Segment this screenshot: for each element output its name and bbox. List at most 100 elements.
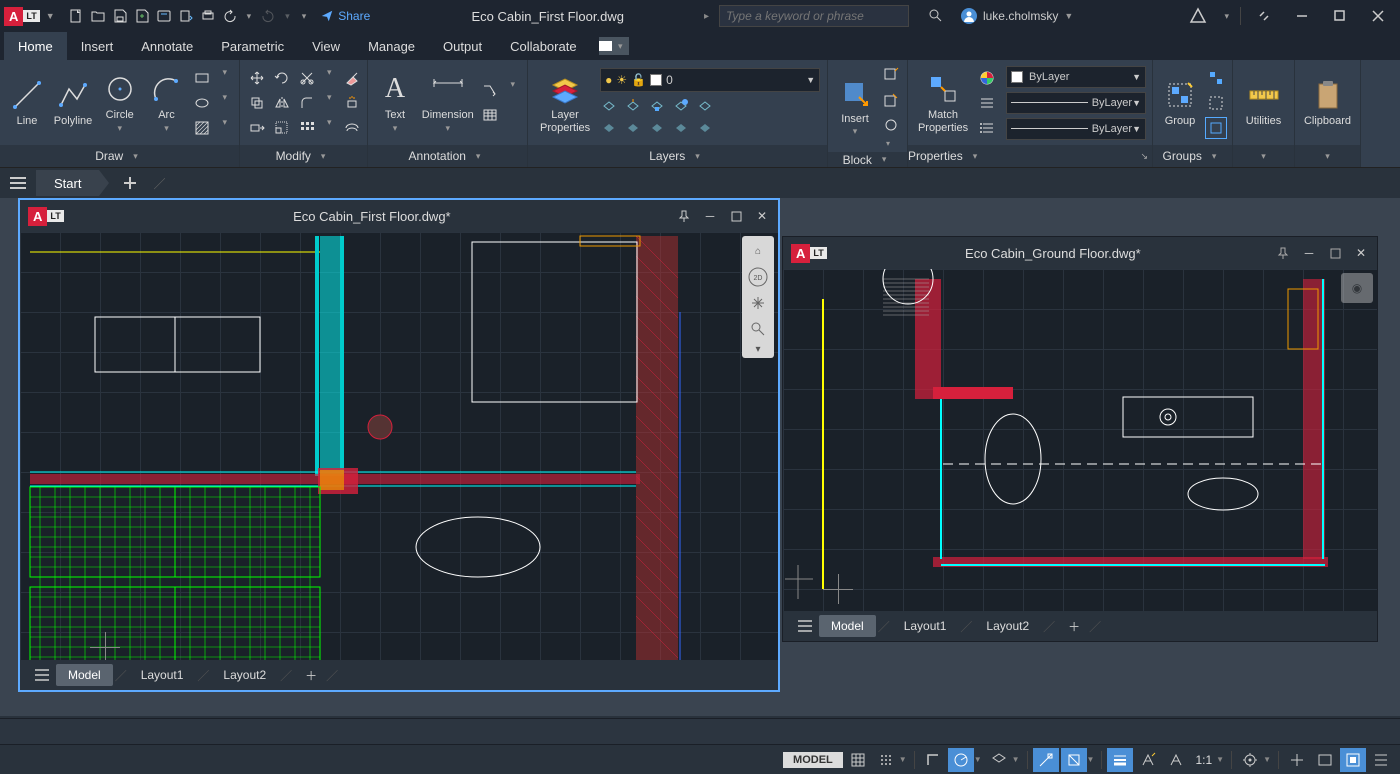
save-icon[interactable] xyxy=(110,6,130,26)
layer-match-icon[interactable] xyxy=(696,97,714,115)
fillet-icon[interactable] xyxy=(296,92,318,114)
line-button[interactable]: Line xyxy=(6,75,48,129)
layout-tab-layout1[interactable]: Layout1 xyxy=(129,664,196,686)
panel-properties-footer[interactable]: Properties ▾↘ xyxy=(908,145,1152,167)
filetab-new-icon[interactable] xyxy=(117,170,143,196)
copy-icon[interactable] xyxy=(246,92,268,114)
navbar-2[interactable]: ◉ xyxy=(1341,273,1373,303)
window1-canvas[interactable]: ⌂ 2D ▾ xyxy=(20,232,778,660)
isodraft-icon[interactable] xyxy=(986,748,1012,772)
tab-parametric[interactable]: Parametric xyxy=(207,32,298,60)
compass-icon[interactable]: 2D xyxy=(746,265,770,289)
search-input[interactable] xyxy=(719,5,909,27)
drawing-window-1[interactable]: ALT Eco Cabin_First Floor.dwg* ─ ✕ xyxy=(18,198,780,692)
drawing-window-2[interactable]: ALT Eco Cabin_Ground Floor.dwg* ─ ✕ xyxy=(782,236,1378,642)
panel-block-footer[interactable]: Block ▾ xyxy=(828,152,907,167)
window2-canvas[interactable]: ◉ xyxy=(783,269,1377,611)
arc-button[interactable]: Arc ▾ xyxy=(145,69,187,135)
scale-dropdown[interactable]: ▼ xyxy=(1216,755,1224,764)
undo-icon[interactable] xyxy=(220,6,240,26)
layer-thaw-icon[interactable] xyxy=(624,119,642,137)
circle-button[interactable]: Circle ▾ xyxy=(98,69,141,135)
osnap-icon[interactable] xyxy=(1061,748,1087,772)
table-icon[interactable] xyxy=(479,104,501,126)
window1-titlebar[interactable]: ALT Eco Cabin_First Floor.dwg* ─ ✕ xyxy=(20,200,778,232)
workspace-dropdown[interactable]: ▼ xyxy=(1263,755,1271,764)
panel-clipboard-footer[interactable]: ▾ xyxy=(1295,145,1360,167)
rectangle-icon[interactable] xyxy=(191,67,213,89)
layout-menu-icon[interactable] xyxy=(28,663,56,687)
snap-grid-icon[interactable] xyxy=(873,748,899,772)
ellipse-dropdown[interactable]: ▾ xyxy=(222,92,227,114)
tab-home[interactable]: Home xyxy=(4,32,67,60)
grid-display-icon[interactable] xyxy=(845,748,871,772)
undo-dropdown[interactable]: ▾ xyxy=(247,11,252,22)
tab-collaborate[interactable]: Collaborate xyxy=(496,32,591,60)
redo-icon[interactable] xyxy=(258,6,278,26)
user-menu[interactable]: luke.cholmsky ▼ xyxy=(961,8,1079,24)
layout-tab-layout1[interactable]: Layout1 xyxy=(892,615,959,637)
polar-dropdown[interactable]: ▼ xyxy=(974,755,982,764)
edit-attr-icon[interactable] xyxy=(880,114,902,136)
layout-tab-layout2[interactable]: Layout2 xyxy=(211,664,278,686)
edit-block-icon[interactable] xyxy=(880,89,902,111)
hatch-icon[interactable] xyxy=(191,117,213,139)
panel-layers-footer[interactable]: Layers ▾ xyxy=(528,145,827,167)
workspace-icon[interactable] xyxy=(1237,748,1263,772)
lineweight-icon[interactable] xyxy=(1107,748,1133,772)
layout-menu-icon[interactable] xyxy=(791,614,819,638)
layer-properties-button[interactable]: Layer Properties xyxy=(534,69,596,135)
group-bbox-icon[interactable] xyxy=(1205,117,1227,139)
group-button[interactable]: Group xyxy=(1159,75,1201,129)
lines-icon[interactable] xyxy=(976,92,998,114)
tab-output[interactable]: Output xyxy=(429,32,496,60)
text-button[interactable]: AText ▾ xyxy=(374,69,416,135)
panel-modify-footer[interactable]: Modify ▾ xyxy=(240,145,367,167)
polyline-button[interactable]: Polyline xyxy=(52,75,94,129)
linetype-dropdown[interactable]: ByLayer▼ xyxy=(1006,118,1146,140)
snap-dropdown[interactable]: ▼ xyxy=(899,755,907,764)
list-icon[interactable] xyxy=(976,117,998,139)
close-button[interactable] xyxy=(1360,2,1396,30)
offset-icon[interactable] xyxy=(341,117,363,139)
ui-lock-icon[interactable] xyxy=(1340,748,1366,772)
osnap-tracking-icon[interactable] xyxy=(1033,748,1059,772)
rotate-icon[interactable] xyxy=(271,67,293,89)
polar-icon[interactable] xyxy=(948,748,974,772)
utilities-button[interactable]: Utilities xyxy=(1240,75,1288,129)
new-icon[interactable] xyxy=(66,6,86,26)
color-wheel-icon[interactable] xyxy=(976,67,998,89)
ribbon-featured-apps[interactable]: ▾ xyxy=(599,37,629,55)
zoom-icon[interactable] xyxy=(746,317,770,341)
lineweight-dropdown[interactable]: ByLayer▼ xyxy=(1006,92,1146,114)
explode-icon[interactable] xyxy=(341,92,363,114)
share-button[interactable]: Share xyxy=(320,9,370,23)
tab-annotate[interactable]: Annotate xyxy=(127,32,207,60)
tab-view[interactable]: View xyxy=(298,32,354,60)
saveas-icon[interactable] xyxy=(132,6,152,26)
search-expand-icon[interactable]: ▸ xyxy=(704,11,709,22)
annotation-visibility-icon[interactable] xyxy=(1163,748,1189,772)
create-block-icon[interactable] xyxy=(880,64,902,86)
monitor-icon[interactable] xyxy=(1284,748,1310,772)
expand-icon[interactable] xyxy=(1246,2,1282,30)
layout-tab-model[interactable]: Model xyxy=(56,664,113,686)
layer-iso-icon[interactable] xyxy=(600,119,618,137)
annoscale-icon[interactable] xyxy=(1135,748,1161,772)
chevron-down-icon[interactable]: ▾ xyxy=(1224,11,1229,22)
pin-icon[interactable] xyxy=(676,208,692,224)
close-icon[interactable]: ✕ xyxy=(1353,245,1369,261)
osnap-dropdown[interactable]: ▼ xyxy=(1087,755,1095,764)
modelspace-toggle[interactable]: MODEL xyxy=(783,752,843,768)
color-dropdown[interactable]: ByLayer▼ xyxy=(1006,66,1146,88)
layer-lock-icon[interactable] xyxy=(648,97,666,115)
scale-label[interactable]: 1:1 xyxy=(1191,753,1216,767)
layer-prev-icon[interactable] xyxy=(696,119,714,137)
stretch-icon[interactable] xyxy=(246,117,268,139)
panel-annotation-footer[interactable]: Annotation ▾ xyxy=(368,145,527,167)
search-icon[interactable] xyxy=(927,7,943,26)
insert-block-button[interactable]: Insert ▾ xyxy=(834,73,876,139)
ortho-icon[interactable] xyxy=(920,748,946,772)
hatch-dropdown[interactable]: ▾ xyxy=(222,117,227,139)
match-properties-button[interactable]: Match Properties xyxy=(914,69,972,135)
